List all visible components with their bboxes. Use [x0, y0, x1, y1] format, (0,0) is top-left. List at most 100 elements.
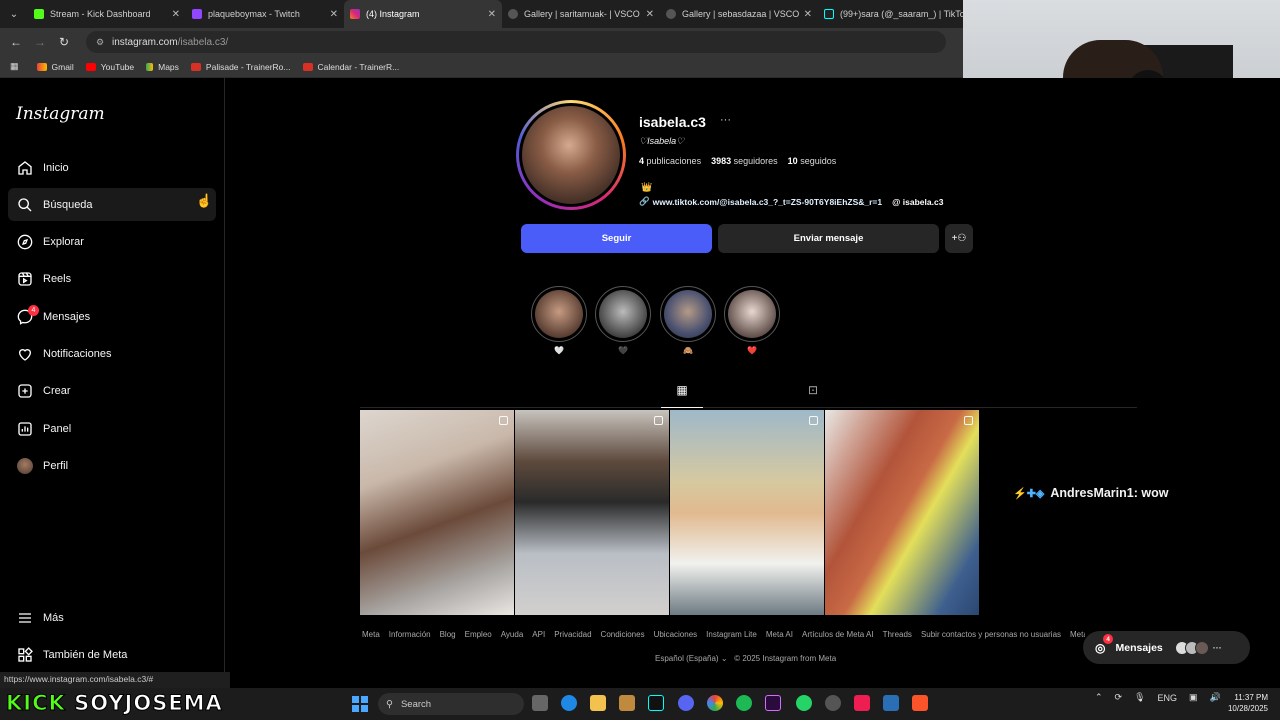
tab-tiktok[interactable]: (99+)sara (@_saaram_) | TikTok: [818, 0, 963, 28]
task-view-icon[interactable]: [532, 695, 548, 711]
footer-link[interactable]: Threads: [883, 630, 912, 639]
taskbar-clock[interactable]: 11:37 PM 10/28/2025: [1222, 692, 1268, 714]
bookmark-youtube[interactable]: YouTube: [85, 62, 134, 72]
tab-vsco-2[interactable]: Gallery | sebasdazaa | VSCO ✕: [660, 0, 818, 28]
footer-link[interactable]: Privacidad: [554, 630, 591, 639]
story-highlight[interactable]: 🤍: [531, 286, 587, 356]
add-user-icon: +⚇: [951, 233, 967, 244]
close-icon[interactable]: ✕: [804, 9, 812, 20]
tab-twitch[interactable]: plaqueboymax - Twitch ✕: [186, 0, 344, 28]
footer-link[interactable]: Empleo: [465, 630, 492, 639]
sidebar-item-inicio[interactable]: Inicio: [8, 151, 216, 184]
volume-icon[interactable]: 🔊: [1210, 692, 1221, 703]
suggested-users-button[interactable]: +⚇: [945, 224, 973, 253]
profile-picture-ring[interactable]: [516, 100, 626, 210]
footer-link[interactable]: Subir contactos y personas no usuarias: [921, 630, 1061, 639]
tiktok-studio-icon[interactable]: [854, 695, 870, 711]
more-options-icon[interactable]: ···: [720, 114, 731, 126]
apps-grid-icon[interactable]: ▦: [10, 61, 19, 72]
story-highlight[interactable]: ❤️: [724, 286, 780, 356]
language-indicator[interactable]: ENG: [1158, 693, 1178, 703]
tab-search-button[interactable]: ⌄: [0, 0, 28, 28]
close-icon[interactable]: ✕: [646, 9, 654, 20]
footer-link[interactable]: Ubicaciones: [654, 630, 698, 639]
send-message-button[interactable]: Enviar mensaje: [718, 224, 939, 253]
following-count[interactable]: 10 seguidos: [788, 156, 837, 166]
profile-picture: [519, 103, 623, 207]
tab-instagram[interactable]: (4) Instagram ✕: [344, 0, 502, 28]
footer-link[interactable]: Condiciones: [601, 630, 645, 639]
language-select[interactable]: Español (España) ⌄: [655, 654, 728, 663]
whatsapp-icon[interactable]: [796, 695, 812, 711]
close-icon[interactable]: ✕: [172, 9, 180, 20]
forward-icon[interactable]: →: [28, 35, 52, 49]
sidebar-item-panel[interactable]: Panel: [8, 412, 216, 445]
follow-button[interactable]: Seguir: [521, 224, 712, 253]
footer-link[interactable]: Blog: [440, 630, 456, 639]
footer-link[interactable]: Instagram Lite: [706, 630, 757, 639]
sidebar-item-perfil[interactable]: Perfil: [8, 449, 216, 482]
external-link[interactable]: www.tiktok.com/@isabela.c3_?_t=ZS-90T6Y8…: [653, 197, 883, 207]
tiktok-icon[interactable]: [648, 695, 664, 711]
bookmark-calendar[interactable]: Calendar - TrainerR...: [302, 62, 399, 72]
back-icon[interactable]: ←: [4, 35, 28, 49]
footer-link[interactable]: Meta: [1070, 630, 1085, 639]
tab-posts[interactable]: ▦: [661, 383, 703, 408]
search-icon: ⚲: [386, 698, 393, 710]
reload-icon[interactable]: ↻: [52, 35, 76, 49]
url-field[interactable]: ⚙ instagram.com/isabela.c3/: [86, 31, 946, 53]
premiere-icon[interactable]: [765, 695, 781, 711]
footer-link[interactable]: Ayuda: [501, 630, 524, 639]
bookmark-gmail[interactable]: Gmail: [36, 62, 74, 72]
plus-icon: [16, 383, 33, 400]
chat-text: : wow: [1133, 486, 1169, 500]
followers-count[interactable]: 3983 seguidores: [711, 156, 778, 166]
footer-link[interactable]: API: [532, 630, 545, 639]
bookmark-palisade[interactable]: Palisade - TrainerRo...: [190, 62, 291, 72]
sidebar-item-meta[interactable]: También de Meta: [8, 638, 216, 671]
post-thumbnail[interactable]: [515, 410, 669, 615]
spotify-icon[interactable]: [736, 695, 752, 711]
post-thumbnail[interactable]: [670, 410, 824, 615]
photos-icon[interactable]: [883, 695, 899, 711]
site-info-icon[interactable]: ⚙: [96, 37, 106, 48]
story-highlight[interactable]: 🙈: [660, 286, 716, 356]
instagram-logo[interactable]: Instagram: [16, 104, 105, 124]
footer-link[interactable]: Artículos de Meta AI: [802, 630, 874, 639]
post-thumbnail[interactable]: [360, 410, 514, 615]
sync-icon[interactable]: ⟳: [1115, 692, 1123, 703]
close-icon[interactable]: ✕: [488, 9, 496, 20]
chevron-up-icon[interactable]: ⌃: [1095, 692, 1103, 703]
tab-kick[interactable]: Stream - Kick Dashboard ✕: [28, 0, 186, 28]
post-thumbnail[interactable]: [825, 410, 979, 615]
sidebar-item-crear[interactable]: Crear: [8, 375, 216, 408]
sidebar-item-busqueda[interactable]: Búsqueda: [8, 188, 216, 222]
footer-link[interactable]: Meta: [362, 630, 380, 639]
bookmark-maps[interactable]: Maps: [146, 62, 179, 72]
chrome-icon[interactable]: [707, 695, 723, 711]
file-explorer-icon[interactable]: [590, 695, 606, 711]
messages-dock[interactable]: ◎ 4 Mensajes ···: [1083, 631, 1250, 664]
sidebar-item-mas[interactable]: Más: [8, 601, 216, 634]
store-icon[interactable]: [619, 695, 635, 711]
sidebar-item-notificaciones[interactable]: Notificaciones: [8, 337, 216, 370]
edge-icon[interactable]: [561, 695, 577, 711]
taskbar-search[interactable]: ⚲ Search: [378, 693, 524, 715]
footer-link[interactable]: Meta AI: [766, 630, 793, 639]
more-icon[interactable]: ···: [1213, 643, 1222, 653]
windows-start-icon[interactable]: [352, 696, 368, 712]
tab-tagged[interactable]: ⊡: [803, 383, 823, 397]
network-icon[interactable]: ▣: [1189, 692, 1198, 703]
threads-link[interactable]: @ isabela.c3: [892, 197, 943, 207]
close-icon[interactable]: ✕: [330, 9, 338, 20]
microphone-icon[interactable]: 🎙: [1134, 692, 1145, 703]
footer-link[interactable]: Información: [389, 630, 431, 639]
obs-icon[interactable]: [825, 695, 841, 711]
discord-icon[interactable]: [678, 695, 694, 711]
sidebar-item-mensajes[interactable]: 4 Mensajes: [8, 300, 216, 333]
sidebar-item-explorar[interactable]: Explorar: [8, 226, 216, 259]
sidebar-item-reels[interactable]: Reels: [8, 263, 216, 296]
tab-vsco-1[interactable]: Gallery | saritamuak- | VSCO ✕: [502, 0, 660, 28]
brave-icon[interactable]: [912, 695, 928, 711]
story-highlight[interactable]: 🖤: [595, 286, 651, 356]
